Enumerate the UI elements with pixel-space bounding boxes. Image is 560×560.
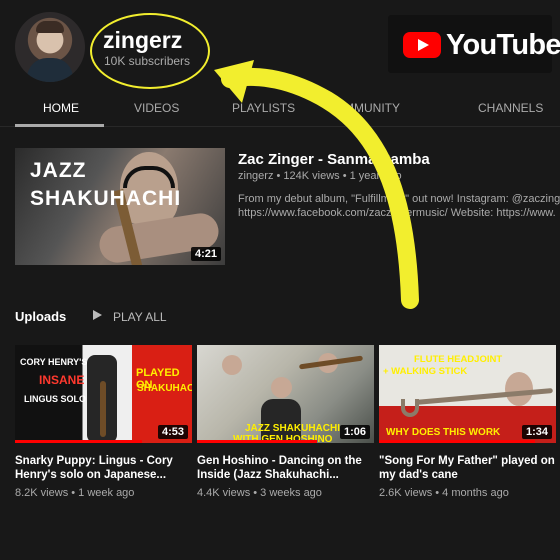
- play-icon[interactable]: [93, 310, 102, 320]
- thumbnail-caption: INSANE: [39, 373, 85, 387]
- watch-progress-bar: [15, 440, 143, 443]
- featured-video-description: From my debut album, "Fulfillment" out n…: [238, 192, 560, 220]
- avatar-shirt: [27, 58, 73, 82]
- description-line: From my debut album, "Fulfillment" out n…: [238, 193, 560, 205]
- cane-handle: [401, 399, 419, 417]
- featured-duration: 4:21: [190, 247, 221, 261]
- tab-playlists[interactable]: PLAYLISTS: [232, 101, 295, 115]
- performer-head: [271, 377, 292, 398]
- video-duration: 4:53: [157, 425, 188, 439]
- video-meta: 4.4K views • 3 weeks ago: [197, 487, 322, 499]
- thumbnail-caption: + WALKING STICK: [383, 366, 468, 377]
- video-card[interactable]: JAZZ SHAKUHACHI WITH GEN HOSHINO 1:06 Ge…: [197, 345, 375, 499]
- tab-community[interactable]: COMMUNITY: [326, 101, 400, 115]
- video-card[interactable]: FLUTE HEADJOINT + WALKING STICK WHY DOES…: [379, 345, 557, 499]
- youtube-logo-text: YouTube: [446, 29, 560, 61]
- video-card[interactable]: CORY HENRY'S INSANE LINGUS SOLO PLAYED O…: [15, 345, 193, 499]
- youtube-play-icon: [403, 32, 441, 58]
- shakuhachi-flute: [100, 381, 106, 437]
- thumbnail-caption: CORY HENRY'S: [20, 357, 88, 367]
- youtube-logo[interactable]: YouTube: [388, 15, 560, 73]
- uploads-heading: Uploads: [15, 309, 67, 324]
- video-title[interactable]: Snarky Puppy: Lingus - Cory Henry's solo…: [15, 454, 193, 482]
- channel-avatar[interactable]: [15, 12, 85, 82]
- thumbnail-caption: LINGUS SOLO: [24, 394, 87, 404]
- thumbnail-caption: WHY DOES THIS WORK: [386, 427, 501, 438]
- video-title[interactable]: "Song For My Father" played on my dad's …: [379, 454, 557, 482]
- active-tab-indicator: [15, 124, 104, 127]
- featured-video-meta: zingerz • 124K views • 1 year ago: [238, 170, 402, 182]
- video-thumbnail[interactable]: FLUTE HEADJOINT + WALKING STICK WHY DOES…: [379, 345, 556, 443]
- play-all-button[interactable]: PLAY ALL: [113, 310, 167, 324]
- video-meta: 2.6K views • 4 months ago: [379, 487, 509, 499]
- thumbnail-title-jazz: JAZZ: [30, 159, 87, 182]
- tab-home[interactable]: HOME: [43, 101, 79, 115]
- video-duration: 1:06: [339, 425, 370, 439]
- tab-channels[interactable]: CHANNELS: [478, 101, 543, 115]
- performer-head: [222, 355, 242, 375]
- watch-progress-bar: [197, 440, 318, 443]
- channel-header: zingerz 10K subscribers YouTube: [0, 0, 560, 96]
- tab-videos[interactable]: VIDEOS: [134, 101, 179, 115]
- video-thumbnail[interactable]: CORY HENRY'S INSANE LINGUS SOLO PLAYED O…: [15, 345, 192, 443]
- thumbnail-title-shakuhachi: SHAKUHACHI: [30, 187, 182, 210]
- thumbnail-caption: SHAKUHACHI: [137, 383, 192, 394]
- video-meta: 8.2K views • 1 week ago: [15, 487, 135, 499]
- thumbnail-caption: FLUTE HEADJOINT: [414, 354, 503, 365]
- highlight-oval: [90, 13, 210, 89]
- channel-tabs: HOME VIDEOS PLAYLISTS COMMUNITY CHANNELS: [0, 92, 560, 127]
- video-title[interactable]: Gen Hoshino - Dancing on the Inside (Jaz…: [197, 454, 375, 482]
- avatar-hair: [36, 21, 64, 33]
- featured-video-title[interactable]: Zac Zinger - Sanma Samba: [238, 151, 430, 168]
- description-line: https://www.facebook.com/zaczingermusic/…: [238, 207, 556, 219]
- featured-video-thumbnail[interactable]: JAZZ SHAKUHACHI 4:21: [15, 148, 225, 265]
- video-thumbnail[interactable]: JAZZ SHAKUHACHI WITH GEN HOSHINO 1:06: [197, 345, 374, 443]
- video-duration: 1:34: [521, 425, 552, 439]
- walking-stick-flute: [415, 387, 553, 406]
- watch-progress-bar: [379, 440, 535, 443]
